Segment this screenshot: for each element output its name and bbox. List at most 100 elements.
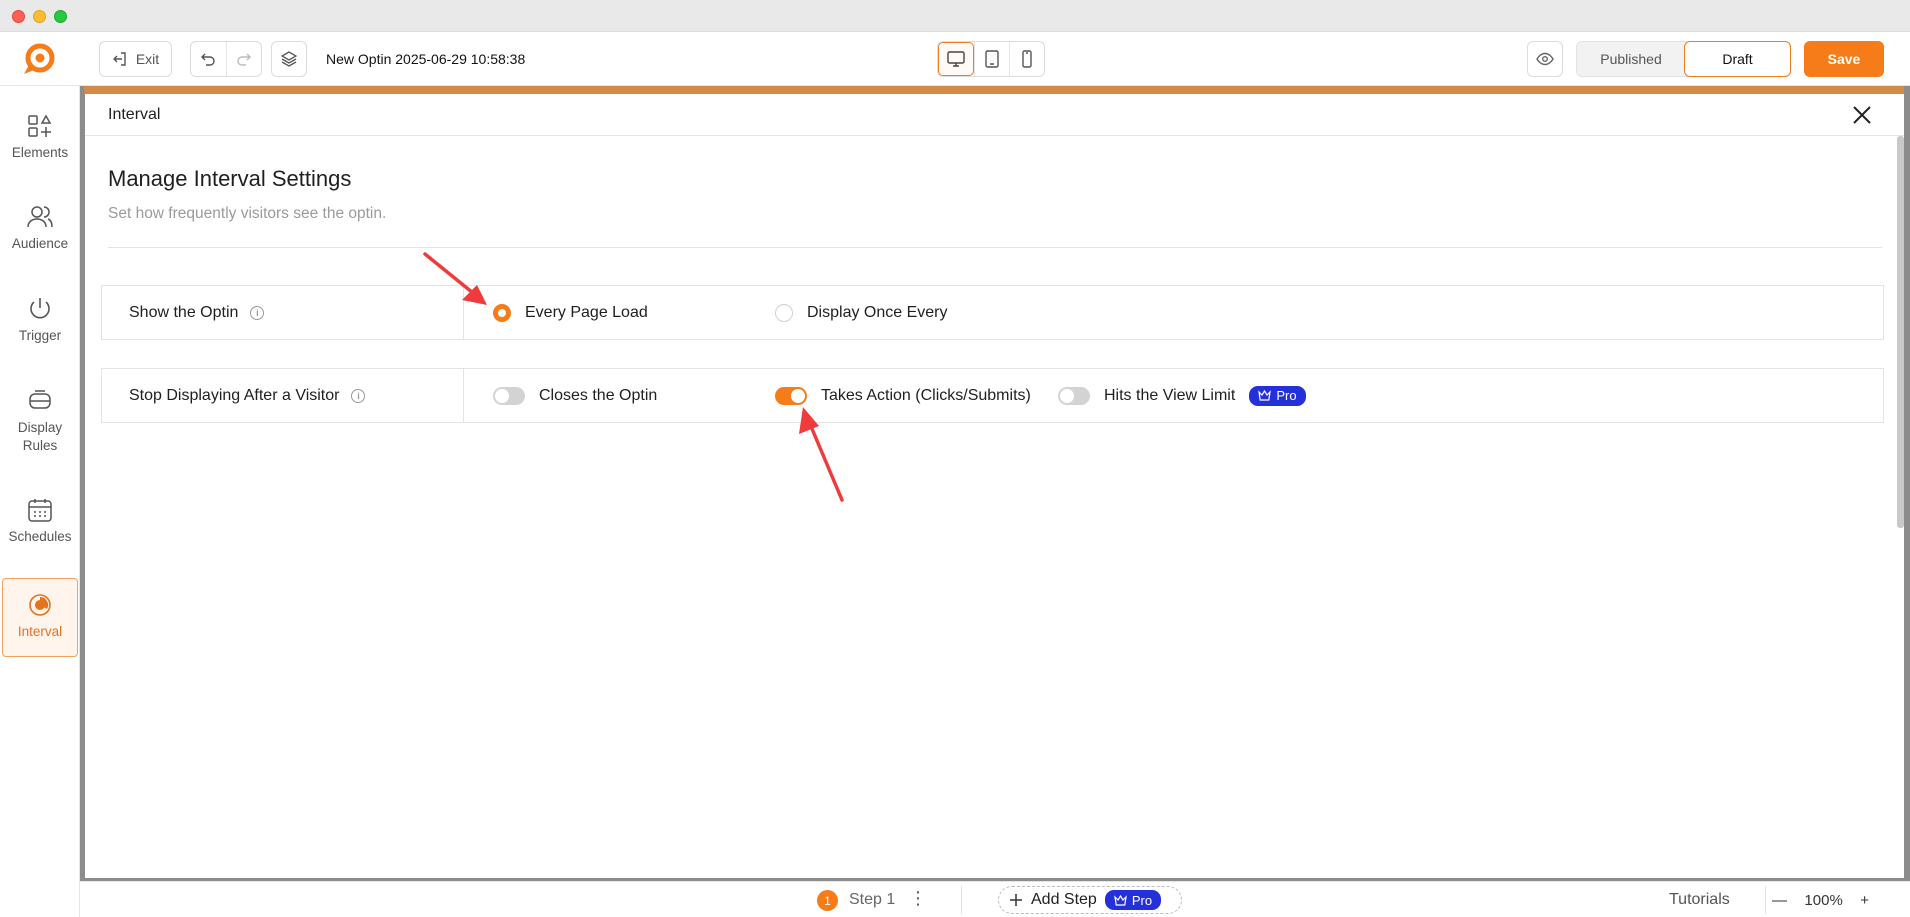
crown-icon <box>1258 390 1272 401</box>
add-step-button[interactable]: Add Step Pro <box>998 886 1182 914</box>
zoom-window-button[interactable] <box>54 10 67 23</box>
stop-displaying-row: Stop Displaying After a Visitor i Closes… <box>101 368 1884 423</box>
hits-view-limit-label: Hits the View Limit <box>1104 386 1236 404</box>
step-number-badge: 1 <box>817 890 838 911</box>
show-optin-label: Show the Optin <box>129 303 239 321</box>
minimize-window-button[interactable] <box>33 10 46 23</box>
published-button[interactable]: Published <box>1577 42 1685 76</box>
desktop-view-button[interactable] <box>938 42 974 76</box>
closes-optin-option[interactable]: Closes the Optin <box>493 369 657 422</box>
zoom-in-button[interactable]: + <box>1860 892 1869 909</box>
zoom-level: 100% <box>1804 891 1843 909</box>
pro-badge: Pro <box>1249 385 1306 406</box>
sidebar-item-trigger[interactable]: Trigger <box>2 297 78 345</box>
interval-settings-panel: Interval Manage Interval Settings Set ho… <box>85 94 1904 878</box>
closes-optin-label: Closes the Optin <box>539 386 658 404</box>
save-button[interactable]: Save <box>1804 41 1884 77</box>
window-titlebar <box>0 0 1910 32</box>
interval-icon <box>29 594 51 616</box>
mobile-view-button[interactable] <box>1009 42 1044 76</box>
sidebar-item-interval[interactable]: Interval <box>2 578 78 657</box>
takes-action-label: Takes Action (Clicks/Submits) <box>821 386 1031 404</box>
every-page-load-label: Every Page Load <box>525 303 648 321</box>
sidebar-item-label: Audience <box>11 236 69 251</box>
sidebar-item-schedules[interactable]: Schedules <box>2 498 78 546</box>
sidebar-item-label: Elements <box>11 145 69 160</box>
hits-view-limit-toggle[interactable] <box>1058 386 1090 405</box>
display-once-every-label: Display Once Every <box>807 303 948 321</box>
calendar-icon <box>28 499 52 522</box>
top-toolbar: Exit New Optin 2025-06-29 10:58:38 Publi… <box>0 32 1910 86</box>
sidebar-item-label: Trigger <box>18 328 62 343</box>
left-sidebar: Elements Audience Trigger Display Rules … <box>0 86 80 917</box>
footer-divider <box>961 886 962 914</box>
sidebar-item-label: Interval <box>17 624 63 639</box>
exit-button[interactable]: Exit <box>99 41 172 77</box>
canvas-accent-bar <box>84 86 1904 94</box>
publish-status-toggle: Published Draft <box>1576 41 1791 77</box>
panel-title: Interval <box>108 106 161 123</box>
redo-icon <box>237 53 251 66</box>
tutorials-link[interactable]: Tutorials <box>1669 891 1730 909</box>
pro-badge-label: Pro <box>1131 892 1153 908</box>
every-page-load-radio[interactable] <box>493 303 511 322</box>
sidebar-item-display-rules[interactable]: Display Rules <box>2 389 78 455</box>
crown-icon <box>1113 894 1127 906</box>
stop-displaying-label-cell: Stop Displaying After a Visitor i <box>102 369 464 422</box>
tablet-icon <box>985 50 999 68</box>
section-heading: Manage Interval Settings <box>108 166 352 191</box>
zoom-control: — 100% + <box>1765 886 1875 914</box>
info-icon[interactable]: i <box>250 305 265 320</box>
device-preview-switcher <box>937 41 1045 77</box>
show-optin-row: Show the Optin i Every Page Load Display… <box>101 285 1884 340</box>
exit-label: Exit <box>135 51 160 67</box>
display-once-every-radio[interactable] <box>775 303 793 322</box>
hits-view-limit-option[interactable]: Hits the View Limit Pro <box>1058 369 1306 422</box>
redo-button[interactable] <box>225 42 261 76</box>
undo-redo-group <box>190 41 262 77</box>
plus-icon <box>1010 894 1022 906</box>
show-optin-label-cell: Show the Optin i <box>102 286 464 339</box>
tablet-view-button[interactable] <box>974 42 1009 76</box>
section-divider <box>108 247 1882 248</box>
sidebar-item-audience[interactable]: Audience <box>2 205 78 253</box>
takes-action-toggle[interactable] <box>775 386 807 405</box>
sidebar-item-label: Display Rules <box>17 420 63 453</box>
add-step-label: Add Step <box>1031 891 1097 908</box>
display-once-every-option[interactable]: Display Once Every <box>775 286 948 339</box>
stop-displaying-label: Stop Displaying After a Visitor <box>129 386 340 404</box>
panel-header: Interval <box>85 94 1904 136</box>
every-page-load-option[interactable]: Every Page Load <box>493 286 648 339</box>
more-vertical-icon[interactable]: ⋮ <box>909 888 927 909</box>
close-icon[interactable] <box>1851 104 1873 126</box>
undo-icon <box>201 53 216 66</box>
pro-badge: Pro <box>1104 890 1162 910</box>
elements-icon <box>28 114 52 137</box>
sidebar-item-elements[interactable]: Elements <box>2 114 78 162</box>
app-logo-icon <box>24 43 55 74</box>
info-icon[interactable]: i <box>351 388 366 403</box>
eye-icon <box>1536 52 1554 66</box>
takes-action-option[interactable]: Takes Action (Clicks/Submits) <box>775 369 1031 422</box>
step-tab[interactable]: Step 1 <box>849 891 895 909</box>
zoom-out-button[interactable]: — <box>1772 892 1787 909</box>
exit-icon <box>112 52 126 66</box>
section-subheading: Set how frequently visitors see the opti… <box>108 205 387 222</box>
document-title: New Optin 2025-06-29 10:58:38 <box>326 51 526 67</box>
bottom-bar: 1 Step 1 ⋮ Add Step Pro Tutorials — 100%… <box>80 881 1910 917</box>
close-window-button[interactable] <box>12 10 25 23</box>
power-icon <box>30 298 50 319</box>
layers-button[interactable] <box>271 41 307 77</box>
panel-scrollbar[interactable] <box>1897 136 1904 528</box>
draft-button[interactable]: Draft <box>1684 41 1791 77</box>
layers-icon <box>281 51 297 67</box>
desktop-icon <box>947 51 965 67</box>
audience-icon <box>27 206 53 228</box>
closes-optin-toggle[interactable] <box>493 386 525 405</box>
display-rules-icon <box>29 390 51 409</box>
mobile-icon <box>1022 50 1032 68</box>
pro-badge-label: Pro <box>1276 388 1297 403</box>
preview-button[interactable] <box>1527 41 1563 77</box>
sidebar-item-label: Schedules <box>8 529 72 544</box>
undo-button[interactable] <box>191 42 226 76</box>
